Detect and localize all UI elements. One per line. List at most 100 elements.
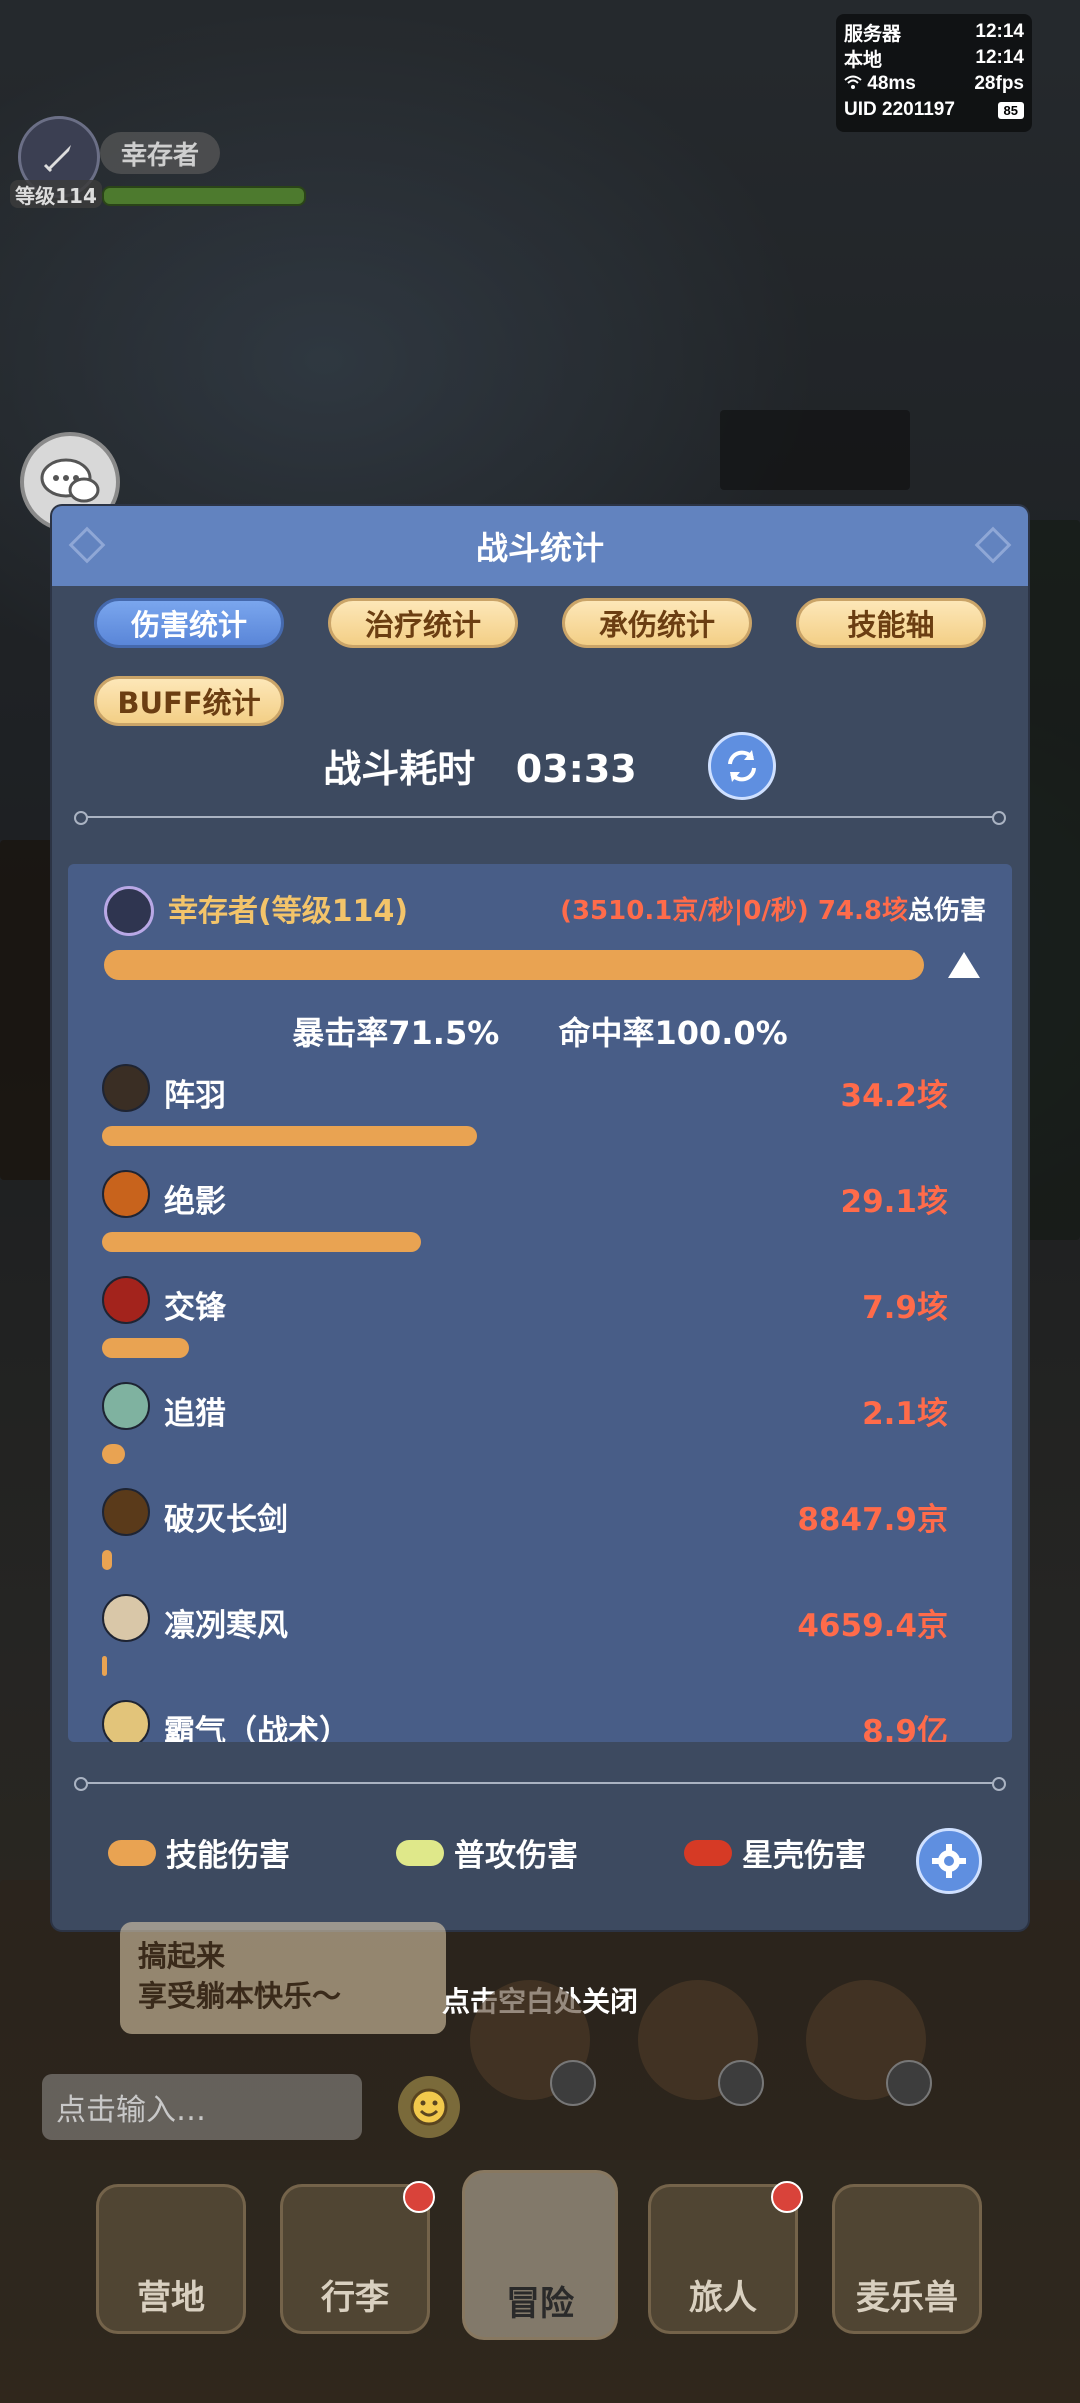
diamond-ornament-icon [974, 526, 1012, 564]
crit-rate: 暴击率71.5% [292, 1014, 500, 1052]
local-time: 12:14 [975, 47, 1024, 68]
skill-name: 交锋 [164, 1290, 226, 1326]
team-portrait[interactable] [470, 1980, 596, 2106]
swap-icon[interactable] [886, 2060, 932, 2106]
settings-button[interactable] [916, 1828, 982, 1894]
nav-luggage[interactable]: 行李 [280, 2181, 435, 2334]
hero-total-suffix: 总伤害 [907, 896, 986, 926]
duration-value: 03:33 [515, 747, 637, 791]
swap-icon[interactable] [550, 2060, 596, 2106]
tab-damage-taken[interactable]: 承伤统计 [562, 598, 752, 648]
rate-summary: 暴击率71.5% 命中率100.0% [68, 1008, 1012, 1054]
battle-duration: 战斗耗时 03:33 [52, 738, 1028, 793]
hit-rate: 命中率100.0% [558, 1014, 788, 1052]
notification-dot [771, 2181, 803, 2213]
skill-damage-value: 8.9亿 [862, 1714, 948, 1742]
tab-buff[interactable]: BUFF统计 [94, 676, 284, 726]
team-portrait[interactable] [806, 1980, 932, 2106]
diamond-ornament-icon [68, 526, 106, 564]
skill-row[interactable]: 破灭长剑 8847.9京 [68, 1488, 1012, 1588]
divider [74, 1777, 1006, 1791]
ping-value: 48ms [867, 73, 916, 94]
skill-damage-value: 2.1垓 [862, 1396, 948, 1432]
uid-value: UID 2201197 [844, 99, 955, 120]
shadow-skill-icon [102, 1170, 150, 1218]
skill-name: 绝影 [164, 1184, 226, 1220]
skill-name: 追猎 [164, 1396, 226, 1432]
skill-name: 破灭长剑 [164, 1502, 288, 1538]
tactic-skill-icon [102, 1700, 150, 1742]
nav-label: 旅人 [689, 2278, 757, 2318]
hero-total-bar [104, 950, 924, 980]
player-exp-bar [102, 186, 306, 206]
nav-pet[interactable]: 麦乐兽 [832, 2184, 982, 2334]
nav-label: 营地 [137, 2278, 205, 2318]
legend-swatch [108, 1839, 156, 1866]
skill-row[interactable]: 霸气（战术） 8.9亿 [68, 1700, 1012, 1742]
nav-traveler[interactable]: 旅人 [648, 2181, 803, 2334]
gear-icon [932, 1844, 966, 1878]
divider [74, 811, 1006, 825]
feather-skill-icon [102, 1064, 150, 1112]
skill-row[interactable]: 绝影 29.1垓 [68, 1170, 1012, 1270]
emoji-button[interactable] [398, 2076, 460, 2138]
legend-label: 技能伤害 [166, 1838, 290, 1874]
local-label: 本地 [844, 49, 883, 71]
sword-skill-icon [102, 1488, 150, 1536]
collapse-triangle-icon[interactable] [948, 952, 980, 978]
nav-label: 麦乐兽 [856, 2278, 958, 2318]
skill-damage-value: 8847.9京 [797, 1502, 948, 1538]
sword-icon [43, 145, 71, 173]
legend-swatch [684, 1839, 732, 1866]
dialog-title: 战斗统计 [475, 529, 604, 567]
hero-damage-rate: (3510.1京/秒|0/秒) [560, 896, 809, 926]
skill-damage-value: 7.9垓 [862, 1290, 948, 1326]
duration-label: 战斗耗时 [323, 747, 476, 791]
skill-row[interactable]: 追猎 2.1垓 [68, 1382, 1012, 1482]
battery-icon: 85 [997, 101, 1024, 119]
fps-value: 28fps [974, 73, 1024, 94]
server-time: 12:14 [975, 21, 1024, 42]
skill-row[interactable]: 凛冽寒风 4659.4京 [68, 1594, 1012, 1694]
nav-label: 冒险 [506, 2284, 574, 2324]
damage-stats-panel[interactable]: 幸存者(等级114) (3510.1京/秒|0/秒) 74.8垓总伤害 暴击率7… [68, 864, 1012, 1742]
legend-normal-attack-damage: 普攻伤害 [396, 1830, 578, 1875]
nav-label: 行李 [321, 2278, 389, 2318]
legend-label: 星壳伤害 [742, 1838, 866, 1874]
legend-swatch [396, 1839, 444, 1866]
wind-skill-icon [102, 1594, 150, 1642]
hero-total-damage: 74.8垓 [817, 896, 908, 926]
skill-row[interactable]: 交锋 7.9垓 [68, 1276, 1012, 1376]
chat-input[interactable]: 点击输入… [42, 2074, 362, 2140]
skill-name: 凛冽寒风 [164, 1608, 288, 1644]
hero-damage-summary: (3510.1京/秒|0/秒) 74.8垓总伤害 [560, 890, 986, 927]
chat-icon [40, 458, 100, 503]
nav-camp[interactable]: 营地 [96, 2184, 246, 2334]
skill-damage-bar [102, 1126, 477, 1146]
skill-damage-value: 29.1垓 [840, 1184, 949, 1220]
team-portrait[interactable] [638, 1980, 764, 2106]
server-label: 服务器 [844, 23, 902, 45]
skill-damage-bar [102, 1232, 421, 1252]
refresh-icon [728, 750, 756, 782]
skill-damage-bar [102, 1338, 189, 1358]
player-level: 等级114 [10, 180, 102, 208]
clash-skill-icon [102, 1276, 150, 1324]
battle-stats-dialog: 战斗统计 伤害统计 治疗统计 承伤统计 技能轴 BUFF统计 战斗耗时 03:3… [52, 506, 1028, 1930]
smiley-icon [410, 2088, 448, 2126]
status-panel: 服务器 12:14 本地 12:14 48ms 28fps UID 2201197 8… [836, 14, 1032, 132]
nav-adventure[interactable]: 冒险 [462, 2170, 618, 2340]
skill-name: 阵羽 [164, 1078, 226, 1114]
hero-class-icon [104, 886, 154, 936]
hunt-skill-icon [102, 1382, 150, 1430]
hero-name: 幸存者(等级114) [168, 894, 409, 929]
swap-icon[interactable] [718, 2060, 764, 2106]
skill-row[interactable]: 阵羽 34.2垓 [68, 1064, 1012, 1164]
tab-healing[interactable]: 治疗统计 [328, 598, 518, 648]
legend-skill-damage: 技能伤害 [108, 1830, 290, 1875]
tab-damage[interactable]: 伤害统计 [94, 598, 284, 648]
dialog-header: 战斗统计 [52, 506, 1028, 586]
skill-damage-value: 4659.4京 [797, 1608, 948, 1644]
tab-skill-timeline[interactable]: 技能轴 [796, 598, 986, 648]
refresh-button[interactable] [708, 732, 776, 800]
